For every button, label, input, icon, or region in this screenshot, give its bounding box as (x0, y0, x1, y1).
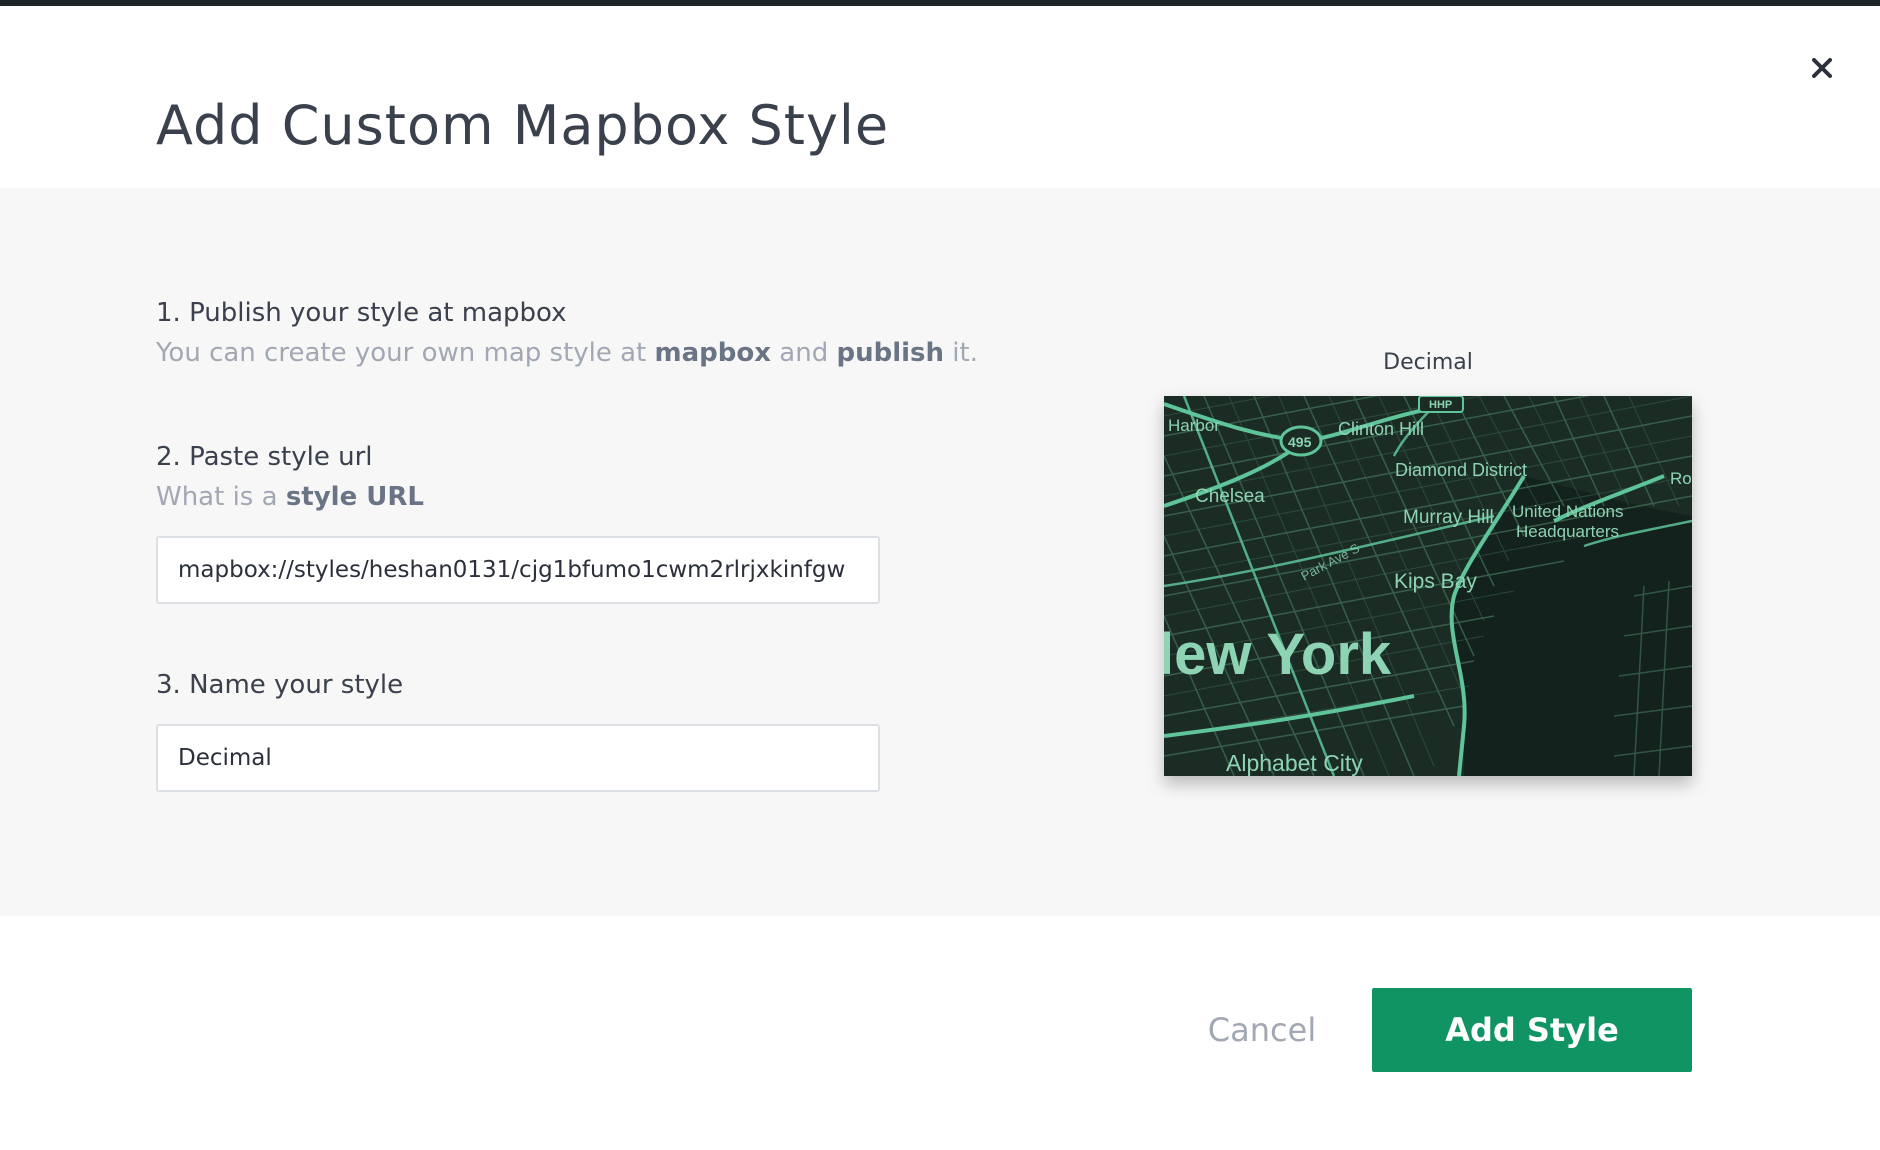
map-label-clinton-hill: Clinton Hill (1338, 419, 1424, 439)
map-label-highway: 495 (1288, 434, 1312, 450)
map-label-chelsea: Chelsea (1195, 486, 1265, 507)
style-name-input[interactable] (156, 724, 880, 792)
step2-desc-prefix: What is a (156, 482, 286, 512)
map-label-un-line2: Headquarters (1516, 522, 1619, 541)
step1-desc-prefix: You can create your own map style at (156, 338, 655, 368)
map-label-harbor: Harbor (1168, 416, 1220, 435)
style-url-input[interactable] (156, 536, 880, 604)
mapbox-link[interactable]: mapbox (655, 338, 772, 368)
map-label-diamond-district: Diamond District (1395, 460, 1527, 480)
map-label-ro: Ro (1670, 469, 1692, 488)
preview-label: Decimal (1383, 350, 1473, 375)
modal-title: Add Custom Mapbox Style (156, 94, 890, 157)
map-label-alphabet-city: Alphabet City (1226, 750, 1363, 776)
map-label-hhp: HHP (1429, 399, 1452, 411)
step1-desc-middle: and (771, 338, 837, 368)
close-icon (1812, 58, 1832, 78)
map-label-kips-bay: Kips Bay (1394, 570, 1477, 593)
step2-description: What is a style URL (156, 482, 424, 512)
step1-title: 1. Publish your style at mapbox (156, 298, 567, 328)
map-label-new-york: lew York (1164, 622, 1392, 687)
step1-desc-suffix: it. (944, 338, 978, 368)
map-label-murray-hill: Murray Hill (1403, 507, 1494, 528)
map-label-un-line1: United Nations (1512, 502, 1624, 521)
cancel-button[interactable]: Cancel (1196, 990, 1328, 1070)
top-strip (0, 0, 1880, 6)
close-button[interactable] (1804, 50, 1840, 86)
map-preview: Harbor Clinton Hill 495 HHP Diamond Dist… (1164, 396, 1692, 776)
map-preview-image: Harbor Clinton Hill 495 HHP Diamond Dist… (1164, 396, 1692, 776)
step1-description: You can create your own map style at map… (156, 338, 978, 368)
add-style-button[interactable]: Add Style (1372, 988, 1692, 1072)
style-url-link[interactable]: style URL (286, 482, 424, 512)
step3-title: 3. Name your style (156, 670, 404, 700)
step2-title: 2. Paste style url (156, 442, 373, 472)
publish-link[interactable]: publish (836, 338, 944, 368)
